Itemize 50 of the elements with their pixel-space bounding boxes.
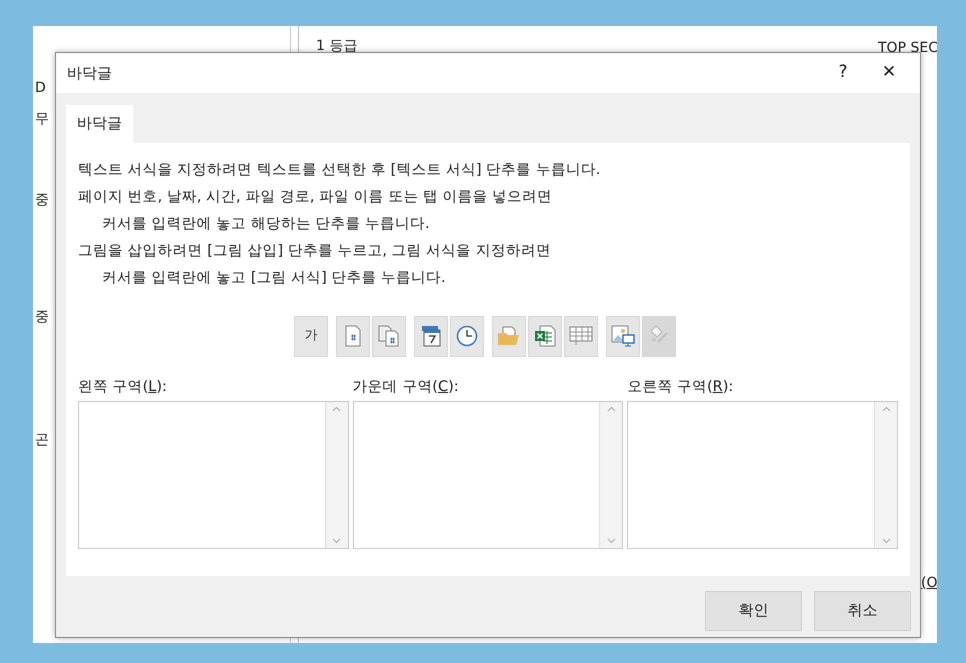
dialog-button[interactable]: 확인 [705, 590, 802, 630]
cell-text: (O [921, 574, 937, 593]
sheet-grid-icon [569, 326, 593, 346]
instruction-text: 그림을 삽입하려면 [그림 삽입] 단추를 누르고, 그림 서식을 지정하려면 [78, 242, 552, 260]
spreadsheet-icon [534, 325, 556, 347]
calendar-button[interactable] [414, 316, 448, 356]
text-area[interactable] [627, 400, 898, 548]
window-title: 바닥글 [67, 62, 113, 84]
calendar-icon [421, 325, 441, 347]
sheet-grid-button[interactable] [564, 316, 598, 356]
close-button[interactable]: ✕ [866, 55, 912, 91]
cell-text: 1 등급 [316, 37, 358, 56]
section-label: 왼쪽 구역(L): [78, 378, 168, 396]
page-number-icon [344, 325, 362, 347]
section-label: 오른쪽 구역(R): [627, 378, 734, 396]
cell-text: 중 [35, 191, 49, 210]
page-count-icon [378, 325, 400, 347]
text-format-button[interactable]: 가 [294, 316, 328, 356]
dialog-button[interactable]: 취소 [814, 590, 911, 630]
cell-text: 곤 [35, 431, 49, 450]
page-count-button[interactable] [372, 316, 406, 356]
section-label: 가운데 구역(C): [352, 378, 460, 396]
scrollbar[interactable] [874, 402, 898, 548]
cell-text: TOP SEC [878, 39, 937, 58]
scrollbar[interactable] [599, 402, 622, 548]
instruction-text: 텍스트 서식을 지정하려면 텍스트를 선택한 후 [텍스트 서식] 단추를 누릅니다. [78, 160, 602, 180]
scroll-up-icon[interactable] [606, 406, 616, 412]
picture-icon [611, 325, 635, 347]
help-button[interactable]: ? [820, 55, 866, 91]
instruction-text: 페이지 번호, 날짜, 시간, 파일 경로, 파일 이름 또는 탭 이름을 넣으려면 [78, 188, 554, 206]
scrollbar[interactable] [324, 402, 348, 548]
text-area[interactable] [78, 400, 349, 548]
clock-icon [456, 325, 478, 347]
page-number-button[interactable] [336, 316, 370, 356]
spreadsheet-button[interactable] [528, 316, 562, 356]
text-area[interactable] [352, 400, 624, 548]
cell-text: D [35, 79, 46, 98]
cell-text: 무 [35, 110, 49, 129]
scroll-up-icon[interactable] [882, 406, 891, 412]
clock-button[interactable] [450, 316, 484, 356]
instruction-text: 커서를 입력란에 놓고 해당하는 단추를 누릅니다. [101, 214, 431, 234]
picture-button[interactable] [606, 316, 640, 356]
scroll-up-icon[interactable] [332, 406, 342, 412]
scroll-down-icon[interactable] [606, 538, 616, 544]
tab[interactable]: 바닥글 [66, 105, 133, 142]
folder-icon [497, 326, 521, 346]
instruction-text: 커서를 입력란에 놓고 [그림 서식] 단추를 누릅니다. [101, 268, 447, 288]
scroll-down-icon[interactable] [332, 538, 342, 544]
scroll-down-icon[interactable] [882, 538, 891, 544]
cell-text: 중 [35, 308, 49, 327]
